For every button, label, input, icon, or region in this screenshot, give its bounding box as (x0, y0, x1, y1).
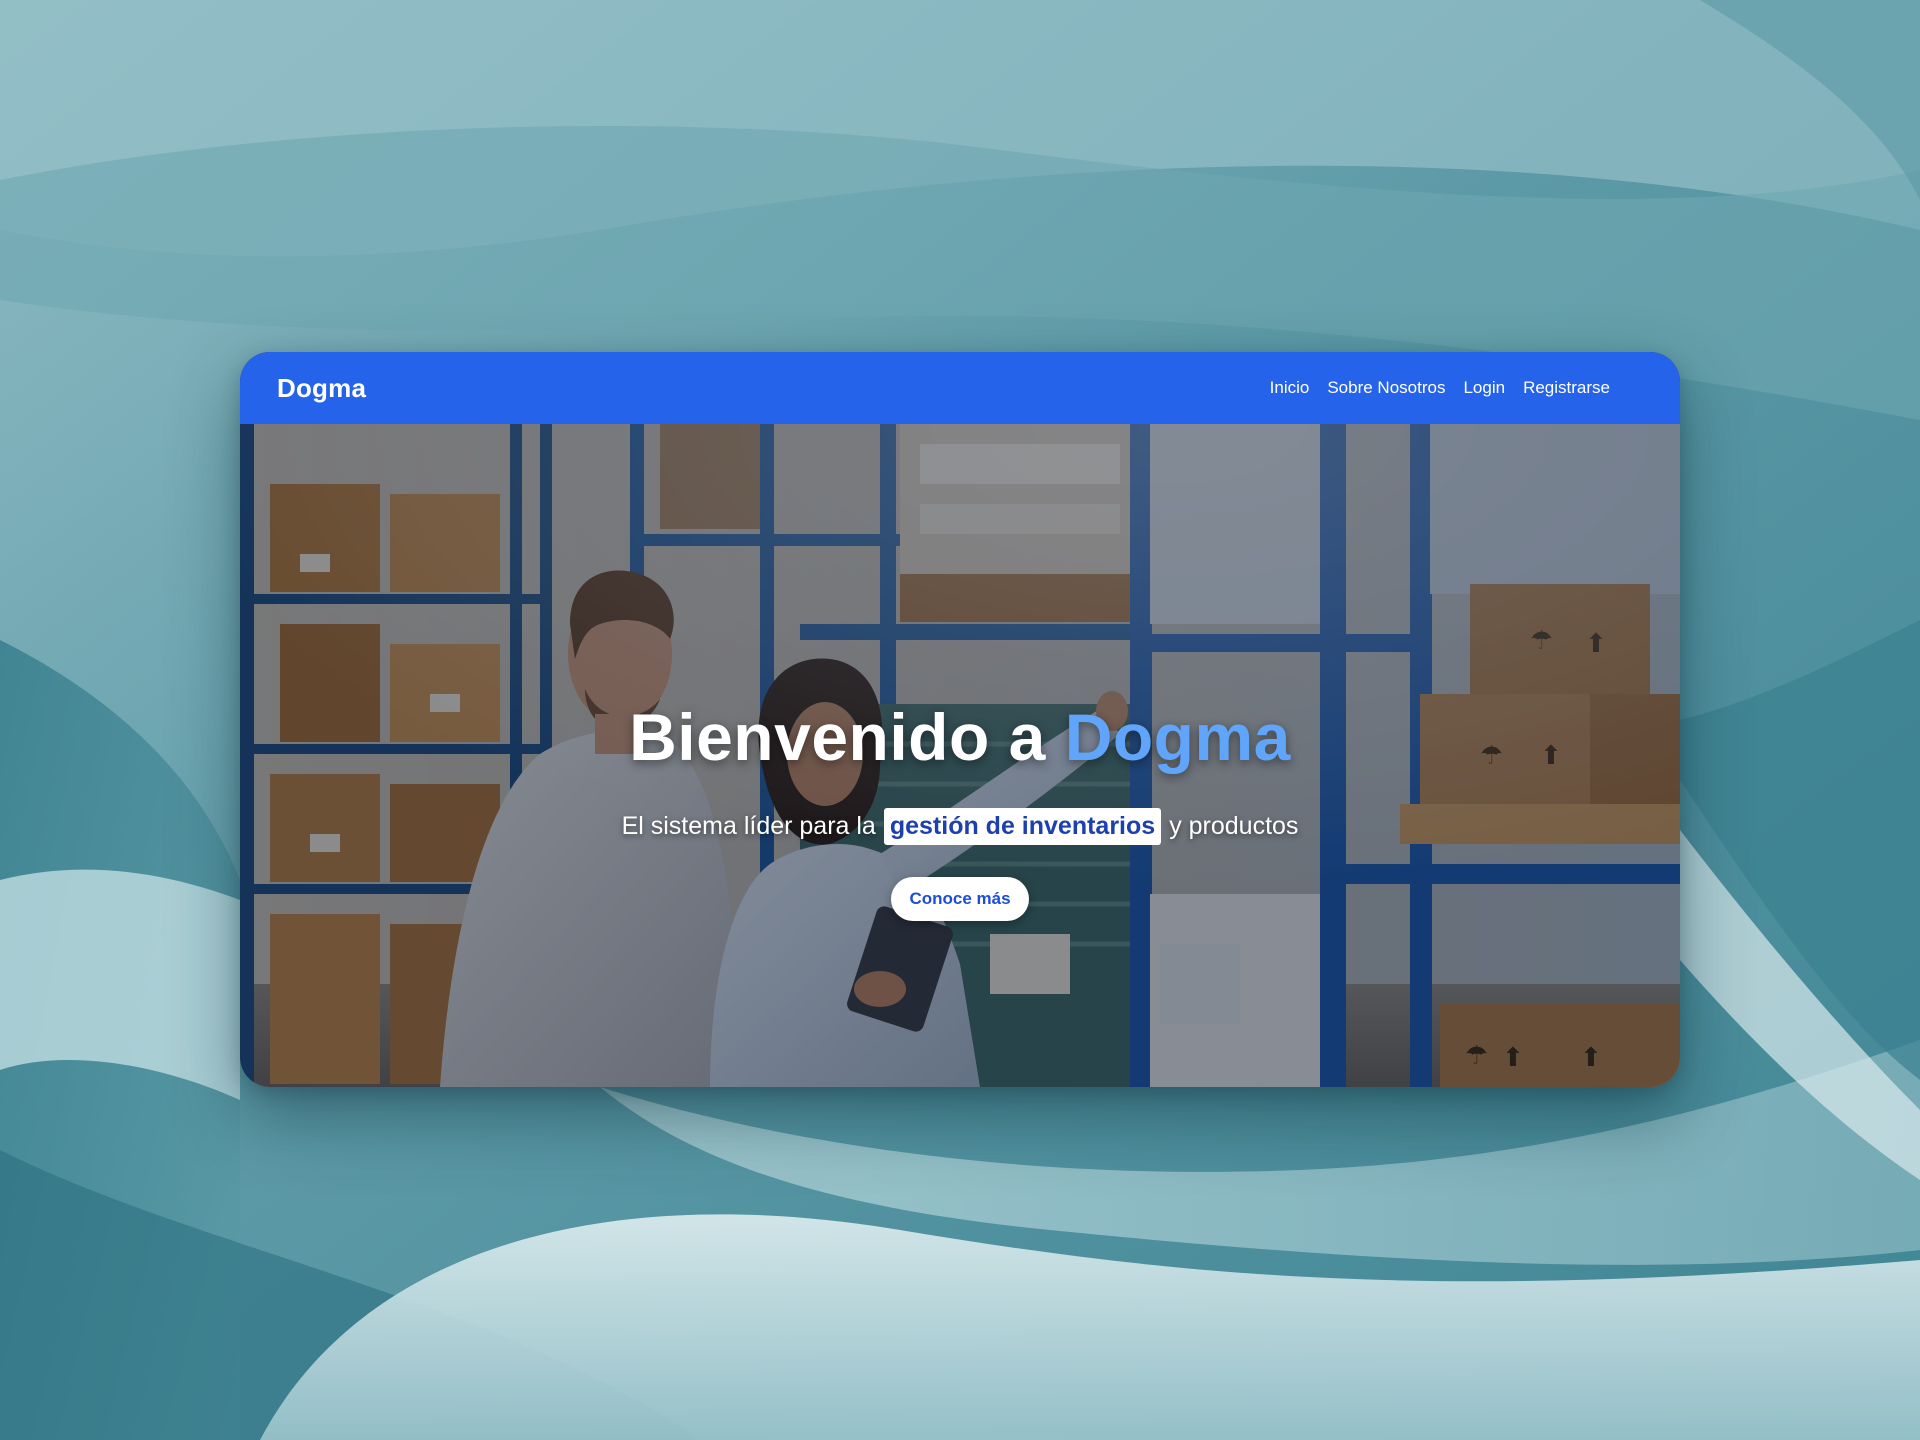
nav-link-sobre-nosotros[interactable]: Sobre Nosotros (1327, 378, 1445, 398)
hero-title-prefix: Bienvenido a (629, 700, 1046, 774)
nav-link-inicio[interactable]: Inicio (1270, 378, 1310, 398)
brand-logo-link[interactable]: Dogma (277, 373, 366, 404)
conoce-mas-button[interactable]: Conoce más (891, 877, 1029, 921)
nav-link-login[interactable]: Login (1463, 378, 1505, 398)
navbar: Dogma Inicio Sobre Nosotros Login Regist… (240, 352, 1680, 424)
hero-subtitle-highlight: gestión de inventarios (883, 808, 1162, 845)
hero-content: Bienvenido a Dogma El sistema líder para… (240, 424, 1680, 1087)
hero-section: ☂ ⬆ ☂ ⬆ ☂ ⬆ ⬆ (240, 424, 1680, 1087)
hero-subtitle-before: El sistema líder para la (621, 812, 876, 840)
nav-links: Inicio Sobre Nosotros Login Registrarse (1270, 378, 1610, 398)
website-window: Dogma Inicio Sobre Nosotros Login Regist… (240, 352, 1680, 1087)
hero-title: Bienvenido a Dogma (629, 704, 1291, 770)
hero-subtitle: El sistema líder para la gestión de inve… (621, 808, 1299, 845)
nav-link-registrarse[interactable]: Registrarse (1523, 378, 1610, 398)
hero-title-brand: Dogma (1064, 700, 1291, 774)
hero-subtitle-after: y productos (1169, 812, 1299, 840)
